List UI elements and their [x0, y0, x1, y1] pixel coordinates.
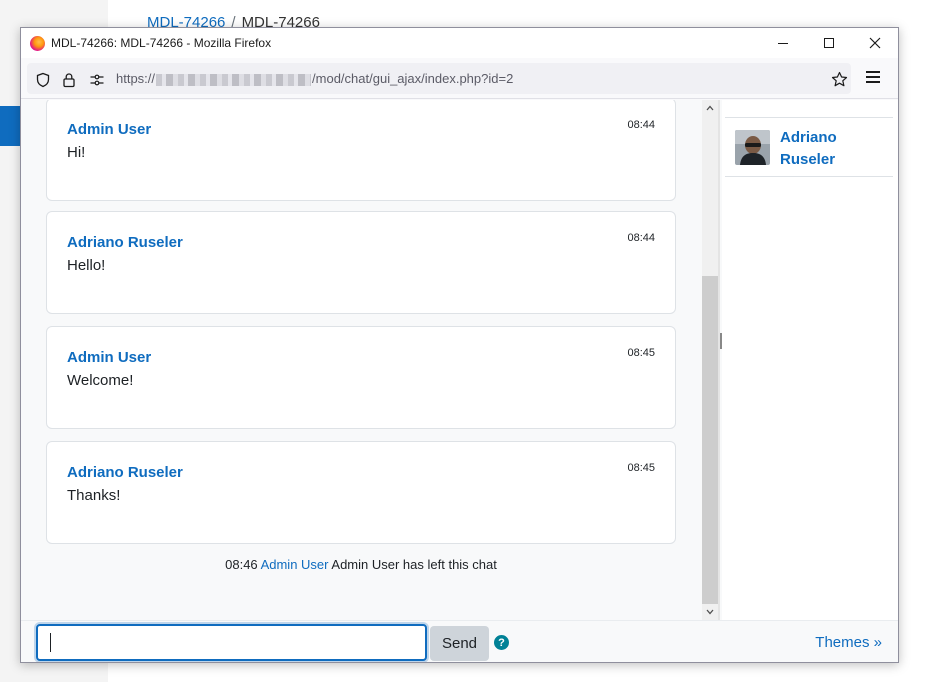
send-button[interactable]: Send: [430, 626, 489, 661]
title-bar[interactable]: MDL-74266: MDL-74266 - Mozilla Firefox: [21, 28, 898, 58]
message-text: Welcome!: [67, 372, 134, 389]
message-text: Thanks!: [67, 487, 121, 504]
message-author[interactable]: Admin User: [67, 349, 151, 366]
chat-message: Adriano Ruseler 08:44 Hello!: [46, 211, 676, 314]
message-author[interactable]: Adriano Ruseler: [67, 234, 183, 251]
messages-scrollbar[interactable]: [702, 100, 718, 620]
navigation-bar: https:// /mod/chat/gui_ajax/index.php?id=…: [21, 58, 898, 99]
hamburger-menu-icon[interactable]: [866, 71, 880, 86]
message-text: Hello!: [67, 257, 106, 274]
scroll-thumb[interactable]: [702, 276, 718, 604]
url-text[interactable]: https:// /mod/chat/gui_ajax/index.php?id=…: [116, 71, 513, 86]
message-input[interactable]: [36, 624, 427, 661]
window-title: MDL-74266: MDL-74266 - Mozilla Firefox: [51, 36, 272, 50]
message-time: 08:44: [627, 119, 655, 131]
user-name[interactable]: Adriano Ruseler: [780, 127, 890, 171]
minimize-button[interactable]: [760, 28, 806, 58]
users-pane: Adriano Ruseler: [722, 100, 898, 620]
shield-icon[interactable]: [35, 72, 51, 88]
text-caret: [50, 633, 51, 652]
url-redacted-host: [156, 73, 312, 86]
url-prefix: https://: [116, 71, 156, 86]
close-icon: [869, 37, 881, 49]
chat-message: Adriano Ruseler 08:45 Thanks!: [46, 441, 676, 544]
background-active-nav-marker: [0, 106, 22, 146]
chat-message: Admin User 08:44 Hi!: [46, 100, 676, 201]
permissions-icon[interactable]: [89, 72, 105, 88]
system-event: 08:46 Admin User Admin User has left thi…: [21, 557, 701, 572]
message-time: 08:44: [627, 232, 655, 244]
chat-content: Admin User 08:44 Hi! Adriano Ruseler 08:…: [21, 100, 898, 662]
input-bar: Send ? Themes »: [21, 620, 898, 662]
close-button[interactable]: [852, 28, 898, 58]
message-author[interactable]: Adriano Ruseler: [67, 464, 183, 481]
maximize-button[interactable]: [806, 28, 852, 58]
event-time: 08:46: [225, 557, 258, 572]
user-list-item[interactable]: Adriano Ruseler: [725, 117, 893, 177]
star-icon[interactable]: [831, 71, 848, 93]
scroll-down-arrow-icon[interactable]: [702, 604, 718, 620]
pane-splitter[interactable]: [718, 100, 720, 620]
avatar[interactable]: [735, 130, 770, 165]
question-circle-icon[interactable]: ?: [494, 635, 509, 650]
firefox-logo-icon: [30, 36, 45, 51]
message-text: Hi!: [67, 144, 86, 161]
message-author[interactable]: Admin User: [67, 121, 151, 138]
scroll-up-arrow-icon[interactable]: [702, 100, 718, 116]
url-path: /mod/chat/gui_ajax/index.php?id=2: [312, 71, 514, 86]
message-time: 08:45: [627, 347, 655, 359]
minimize-icon: [778, 42, 788, 44]
lock-icon[interactable]: [61, 72, 77, 88]
messages-pane: Admin User 08:44 Hi! Adriano Ruseler 08:…: [21, 100, 701, 620]
themes-link[interactable]: Themes »: [815, 634, 882, 651]
browser-window: MDL-74266: MDL-74266 - Mozilla Firefox h…: [20, 27, 899, 663]
maximize-icon: [824, 38, 834, 48]
message-time: 08:45: [627, 462, 655, 474]
url-bar[interactable]: https:// /mod/chat/gui_ajax/index.php?id=…: [27, 63, 851, 94]
chat-message: Admin User 08:45 Welcome!: [46, 326, 676, 429]
event-text: Admin User has left this chat: [331, 557, 497, 572]
event-user-link[interactable]: Admin User: [261, 557, 329, 572]
